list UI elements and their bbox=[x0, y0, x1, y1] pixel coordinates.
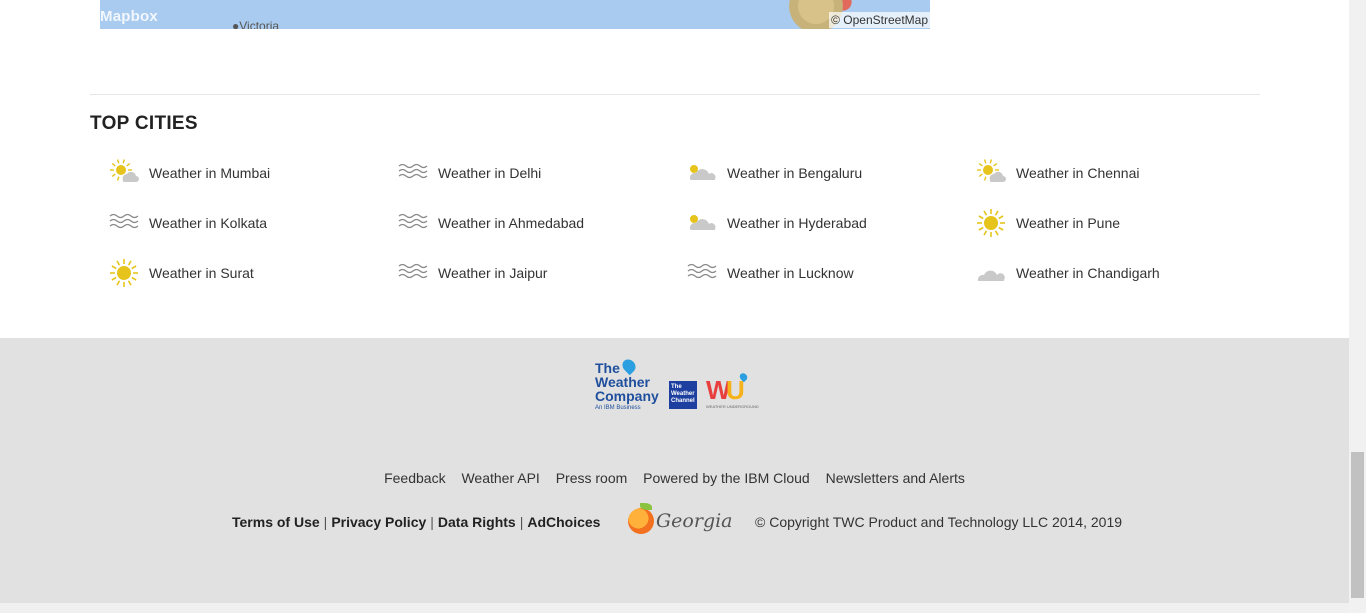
city-link-label: Weather in Lucknow bbox=[727, 265, 854, 281]
city-link[interactable]: Weather in Delhi bbox=[398, 155, 541, 191]
haze-icon bbox=[398, 159, 428, 187]
brand-logos: The Weather Company An IBM Business The … bbox=[595, 356, 759, 421]
separator: | bbox=[519, 514, 524, 530]
scrollbar-thumb[interactable] bbox=[1351, 452, 1364, 598]
city-link-label: Weather in Chandigarh bbox=[1016, 265, 1160, 281]
peach-icon bbox=[628, 503, 654, 534]
city-link[interactable]: Weather in Kolkata bbox=[109, 205, 267, 241]
city-link[interactable]: Weather in Hyderabad bbox=[687, 205, 867, 241]
haze-icon bbox=[398, 209, 428, 237]
city-link[interactable]: Weather in Ahmedabad bbox=[398, 205, 584, 241]
adchoices-link[interactable]: AdChoices bbox=[527, 514, 600, 530]
haze-icon bbox=[109, 209, 139, 237]
copyright-text: © Copyright TWC Product and Technology L… bbox=[755, 514, 1123, 530]
partly-cloudy-sun-icon bbox=[976, 159, 1006, 187]
weather-underground-logo[interactable]: W U WEATHER UNDERGROUND bbox=[706, 371, 759, 409]
logo-line-3: Company bbox=[595, 388, 659, 404]
georgia-logo-text: Georgia bbox=[656, 510, 733, 532]
feedback-link[interactable]: Feedback bbox=[384, 470, 445, 486]
city-link-label: Weather in Hyderabad bbox=[727, 215, 867, 231]
city-link-label: Weather in Chennai bbox=[1016, 165, 1140, 181]
mapbox-logo[interactable]: Mapbox bbox=[100, 8, 158, 25]
map-place-label: ●Victoria bbox=[232, 19, 279, 29]
footer: The Weather Company An IBM Business The … bbox=[0, 338, 1349, 603]
haze-icon bbox=[398, 259, 428, 287]
partly-cloudy-sun-icon bbox=[109, 159, 139, 187]
separator: | bbox=[323, 514, 328, 530]
city-link-label: Weather in Pune bbox=[1016, 215, 1121, 231]
wu-subtitle: WEATHER UNDERGROUND bbox=[706, 404, 759, 409]
weather-channel-logo[interactable]: The Weather Channel bbox=[669, 381, 697, 409]
city-link-label: Weather in Surat bbox=[149, 265, 254, 281]
ibm-cloud-link[interactable]: Powered by the IBM Cloud bbox=[643, 470, 810, 486]
weather-company-logo[interactable]: The Weather Company An IBM Business bbox=[595, 356, 665, 412]
city-link-label: Weather in Mumbai bbox=[149, 165, 271, 181]
sun-icon bbox=[976, 209, 1006, 237]
city-link[interactable]: Weather in Jaipur bbox=[398, 255, 547, 291]
city-link-label: Weather in Ahmedabad bbox=[438, 215, 585, 231]
mostly-cloudy-icon bbox=[687, 209, 717, 237]
privacy-policy-link[interactable]: Privacy Policy bbox=[331, 514, 426, 530]
city-link-label: Weather in Bengaluru bbox=[727, 165, 863, 181]
mostly-cloudy-icon bbox=[687, 159, 717, 187]
map-preview[interactable]: Mapbox ●Victoria © OpenStreetMap bbox=[100, 0, 930, 29]
map-attribution[interactable]: © OpenStreetMap bbox=[829, 12, 930, 28]
cloud-icon bbox=[976, 259, 1006, 287]
top-cities-heading: TOP CITIES bbox=[90, 113, 198, 134]
city-link[interactable]: Weather in Surat bbox=[109, 255, 254, 291]
footer-links: Feedback Weather API Press room Powered … bbox=[0, 470, 1349, 486]
haze-icon bbox=[687, 259, 717, 287]
georgia-logo[interactable]: Georgia bbox=[628, 503, 733, 539]
legal-links: Terms of Use | Privacy Policy | Data Rights |… bbox=[232, 514, 600, 530]
city-link[interactable]: Weather in Lucknow bbox=[687, 255, 854, 291]
map-place-name: Victoria bbox=[239, 19, 280, 29]
press-room-link[interactable]: Press room bbox=[556, 470, 628, 486]
logo-subtitle: An IBM Business bbox=[595, 405, 641, 411]
city-link[interactable]: Weather in Pune bbox=[976, 205, 1120, 241]
city-link-label: Weather in Kolkata bbox=[149, 215, 268, 231]
separator: | bbox=[430, 514, 434, 530]
city-link[interactable]: Weather in Mumbai bbox=[109, 155, 270, 191]
vertical-scrollbar[interactable] bbox=[1349, 0, 1366, 613]
section-divider bbox=[90, 94, 1260, 95]
city-link[interactable]: Weather in Bengaluru bbox=[687, 155, 862, 191]
city-link[interactable]: Weather in Chennai bbox=[976, 155, 1139, 191]
city-link-label: Weather in Jaipur bbox=[438, 265, 548, 281]
newsletters-link[interactable]: Newsletters and Alerts bbox=[826, 470, 965, 486]
sun-icon bbox=[109, 259, 139, 287]
water-drop-icon bbox=[619, 356, 639, 376]
data-rights-link[interactable]: Data Rights bbox=[438, 514, 516, 530]
page-bottom-strip bbox=[0, 603, 1349, 613]
terms-of-use-link[interactable]: Terms of Use bbox=[232, 514, 320, 530]
weather-api-link[interactable]: Weather API bbox=[461, 470, 539, 486]
city-link-label: Weather in Delhi bbox=[438, 165, 542, 181]
city-link[interactable]: Weather in Chandigarh bbox=[976, 255, 1160, 291]
